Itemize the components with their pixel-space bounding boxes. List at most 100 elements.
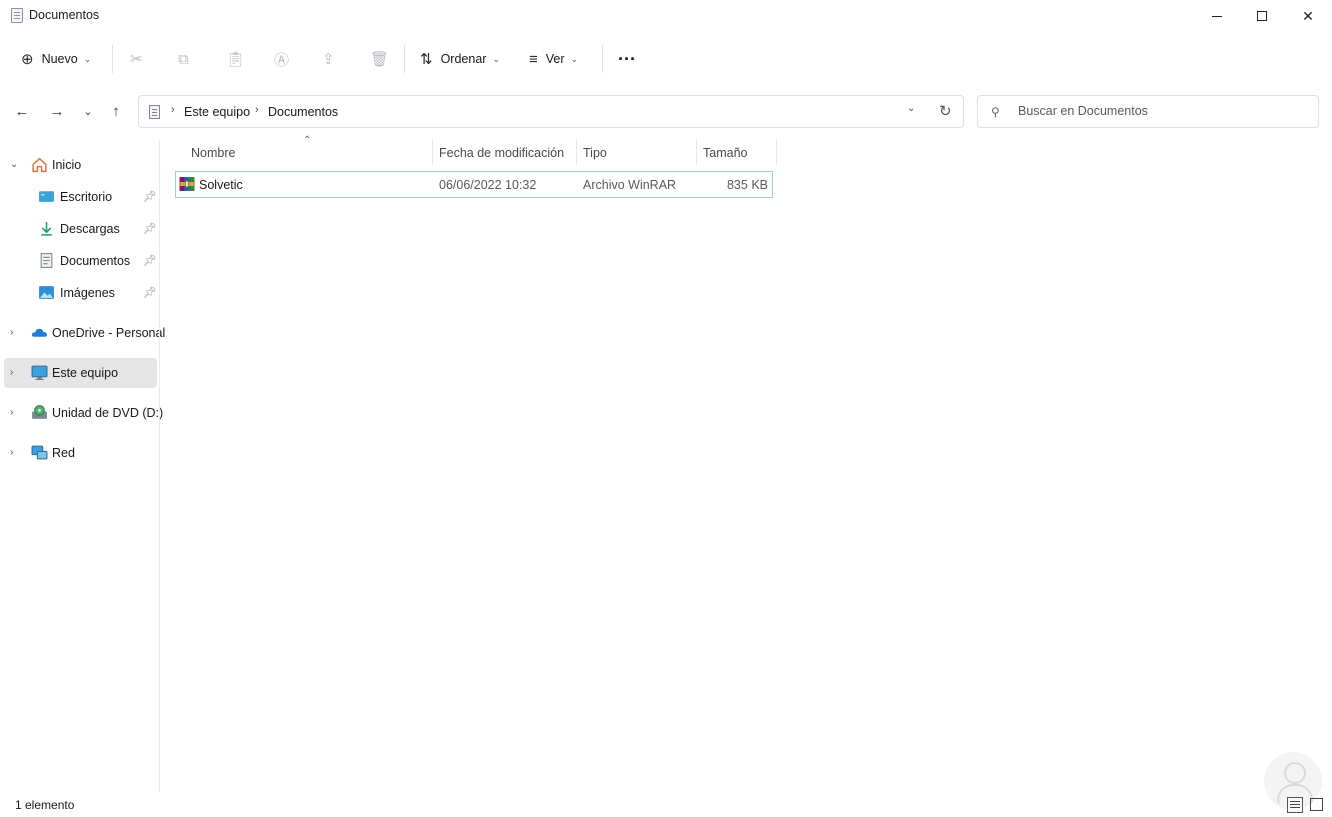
dvd-icon (32, 405, 47, 419)
up-button[interactable]: ↑ (102, 97, 130, 125)
sort-button-label: Ordenar (440, 52, 487, 66)
maximize-button[interactable] (1239, 0, 1285, 32)
file-modified: 06/06/2022 10:32 (439, 178, 537, 192)
chevron-right-icon[interactable]: › (10, 327, 13, 338)
toolbar-divider (112, 45, 113, 73)
pin-icon: 📌︎ (143, 191, 157, 203)
sort-button[interactable]: ⇅ Ordenar ⌄ (420, 33, 500, 85)
home-icon (32, 157, 47, 173)
search-input[interactable] (1018, 104, 1308, 118)
search-box[interactable]: ⚲ (977, 95, 1319, 128)
breadcrumb-documentos[interactable]: Documentos (268, 105, 338, 119)
file-size: 835 KB (726, 178, 768, 192)
sidebar-item-escritorio[interactable]: Escritorio 📌︎ (4, 182, 157, 212)
column-divider[interactable] (776, 139, 777, 165)
large-icons-view-icon[interactable] (1310, 798, 1323, 811)
chevron-down-icon: ⌄ (83, 53, 92, 64)
network-icon (31, 445, 48, 460)
arrow-up-icon: ↑ (112, 102, 120, 120)
sidebar-item-este-equipo[interactable]: › Este equipo (4, 358, 157, 388)
minimize-icon (1212, 15, 1222, 17)
pane-divider[interactable] (159, 140, 160, 792)
sidebar-item-label: OneDrive - Personal (52, 326, 166, 340)
delete-icon: 🗑︎ (370, 51, 390, 68)
sidebar-item-label: Inicio (52, 158, 82, 172)
maximize-icon (1257, 11, 1267, 21)
title-bar: Documentos ✕ (0, 0, 1332, 32)
sidebar-item-label: Unidad de DVD (D:) (52, 406, 164, 420)
file-name: Solvetic (199, 178, 243, 192)
documents-folder-icon (11, 8, 23, 23)
share-icon: ⇪ (322, 51, 335, 68)
chevron-down-icon: ⌄ (83, 105, 93, 118)
close-icon: ✕ (1302, 7, 1314, 24)
sidebar-item-imagenes[interactable]: Imágenes 📌︎ (4, 278, 157, 308)
computer-icon (31, 365, 48, 380)
details-view-icon[interactable] (1287, 797, 1303, 813)
documents-folder-icon (149, 105, 160, 119)
column-header-size[interactable]: Tamaño (703, 146, 747, 160)
sidebar-item-dvd[interactable]: › Unidad de DVD (D:) (4, 398, 163, 428)
chevron-right-icon[interactable]: › (10, 367, 13, 378)
chevron-right-icon[interactable]: › (10, 407, 13, 418)
breadcrumb-este-equipo[interactable]: Este equipo (184, 105, 250, 119)
toolbar-divider (404, 45, 405, 73)
paste-icon: 📋︎ (226, 51, 246, 68)
new-button[interactable]: ⊕ Nuevo ⌄ (21, 33, 91, 85)
back-button[interactable]: ← (8, 97, 36, 125)
document-icon (40, 253, 53, 268)
column-divider[interactable] (432, 139, 433, 165)
cut-button[interactable]: ✂ (130, 33, 151, 85)
sort-icon: ⇅ (420, 51, 433, 68)
sidebar-item-descargas[interactable]: Descargas 📌︎ (4, 214, 157, 244)
column-divider[interactable] (696, 139, 697, 165)
copy-button[interactable]: ⧉ (178, 33, 197, 85)
pin-icon: 📌︎ (143, 255, 157, 267)
column-header-modified[interactable]: Fecha de modificación (439, 146, 564, 160)
command-bar: ⊕ Nuevo ⌄ ✂ ⧉ 📋︎ Ⓐ ⇪ 🗑︎ ⇅ Ordenar ⌄ ≡ Ve… (0, 33, 1332, 85)
file-type: Archivo WinRAR (583, 178, 677, 192)
arrow-left-icon: ← (14, 102, 30, 120)
sidebar-item-red[interactable]: › Red (4, 438, 157, 468)
plus-circle-icon: ⊕ (21, 51, 34, 68)
pin-icon: 📌︎ (143, 287, 157, 299)
more-options-button[interactable]: ··· (618, 33, 636, 85)
status-item-count: 1 elemento (15, 798, 75, 812)
view-button[interactable]: ≡ Ver ⌄ (529, 33, 578, 85)
new-button-label: Nuevo (41, 52, 78, 66)
chevron-down-icon[interactable]: ⌄ (10, 159, 18, 170)
breadcrumb-separator: › (171, 104, 175, 116)
close-button[interactable]: ✕ (1285, 0, 1331, 32)
sidebar-item-inicio[interactable]: ⌄ Inicio (4, 150, 157, 180)
chevron-down-icon: ⌄ (570, 53, 579, 64)
recent-locations-button[interactable]: ⌄ (74, 97, 102, 125)
column-header-name[interactable]: Nombre (191, 146, 235, 160)
sidebar-item-onedrive[interactable]: › OneDrive - Personal (4, 318, 165, 348)
copy-icon: ⧉ (178, 50, 189, 68)
sidebar-item-label: Documentos (60, 254, 131, 268)
delete-button[interactable]: 🗑︎ (370, 33, 397, 85)
toolbar-divider (602, 45, 603, 73)
file-row[interactable]: Solvetic 06/06/2022 10:32 Archivo WinRAR… (175, 171, 773, 198)
address-bar[interactable]: › Este equipo › Documentos ⌄ ↻ (138, 95, 964, 128)
breadcrumb-separator: › (255, 104, 259, 116)
sidebar-item-label: Descargas (60, 222, 120, 236)
download-icon (41, 222, 52, 236)
sidebar-item-label: Imágenes (60, 286, 115, 300)
sidebar-item-label: Este equipo (52, 366, 119, 380)
refresh-icon[interactable]: ↻ (939, 102, 952, 120)
cut-icon: ✂ (130, 51, 143, 68)
share-button[interactable]: ⇪ (322, 33, 343, 85)
address-history-dropdown[interactable]: ⌄ (907, 103, 915, 114)
chevron-down-icon: ⌄ (492, 53, 500, 64)
column-header-type[interactable]: Tipo (583, 146, 607, 160)
cloud-icon (31, 328, 47, 337)
sidebar-item-documentos[interactable]: Documentos 📌︎ (4, 246, 157, 276)
paste-button[interactable]: 📋︎ (226, 33, 253, 85)
pictures-icon (39, 286, 54, 299)
minimize-button[interactable] (1194, 0, 1240, 32)
rename-button[interactable]: Ⓐ (274, 33, 297, 85)
forward-button[interactable]: → (43, 97, 71, 125)
chevron-right-icon[interactable]: › (10, 447, 13, 458)
column-divider[interactable] (576, 139, 577, 165)
